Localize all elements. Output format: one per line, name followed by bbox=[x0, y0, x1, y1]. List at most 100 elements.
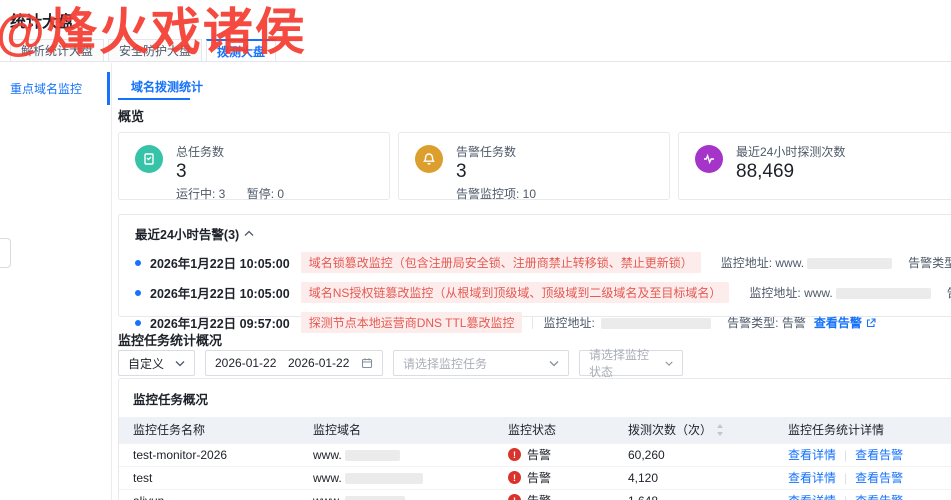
alert-type-text: 告警类型: 告警 bbox=[947, 284, 951, 301]
dashboard-page: @烽火戏诸侯 统计大盘 解析统计大盘 安全防护大盘 拨测大盘 重点域名监控 域名… bbox=[0, 0, 951, 500]
sidebar-divider bbox=[111, 63, 112, 500]
overview-cards: 总任务数 3 运行中: 3 暂停: 0 告警任务数 3 告警监控项: 10 最近… bbox=[118, 132, 951, 201]
alert-type-badge: 域名NS授权链篡改监控（从根域到顶级域、顶级域到二级域名及至目标域名） bbox=[300, 282, 730, 303]
col-task-name: 监控任务名称 bbox=[119, 417, 299, 443]
redacted-domain bbox=[344, 472, 423, 484]
view-alert-link[interactable]: 查看告警 bbox=[814, 314, 876, 331]
card-sub-running: 运行中: 3 bbox=[176, 187, 226, 201]
tab-resolution-dashboard[interactable]: 解析统计大盘 bbox=[10, 39, 105, 61]
alert-type-text: 告警类型: 告警 bbox=[908, 256, 951, 270]
task-table: 监控任务名称 监控域名 监控状态 拨测次数（次） 监控任务统计详情 test-m… bbox=[119, 417, 951, 500]
view-alert-link[interactable]: 查看告警 bbox=[855, 469, 903, 486]
external-link-icon bbox=[866, 317, 876, 327]
task-name: aliyun bbox=[119, 488, 299, 500]
alert-exclamation-icon bbox=[508, 448, 521, 461]
alerts-heading: 最近24小时告警(3) bbox=[135, 228, 240, 242]
alert-time: 2026年1月22日 10:05:00 bbox=[150, 257, 290, 271]
redacted-domain bbox=[344, 449, 400, 461]
tab-dialtest-dashboard[interactable]: 拨测大盘 bbox=[206, 39, 277, 61]
view-details-link[interactable]: 查看详情 bbox=[788, 492, 836, 500]
card-label: 最近24小时探测次数 bbox=[736, 145, 846, 159]
card-alert-tasks: 告警任务数 3 告警监控项: 10 bbox=[398, 132, 670, 201]
chevron-down-icon bbox=[175, 360, 185, 366]
monitor-address: 监控地址: www. bbox=[749, 284, 931, 301]
task-actions: 查看详情 | 查看告警 bbox=[774, 465, 951, 489]
segment-divider bbox=[532, 316, 534, 329]
task-overview-panel: 监控任务概况 监控任务名称 监控域名 监控状态 拨测次数（次） 监控任务统计详情 bbox=[118, 378, 951, 500]
sidebar-collapse-handle[interactable] bbox=[0, 238, 11, 268]
card-sub-paused: 暂停: 0 bbox=[246, 187, 285, 201]
range-type-select[interactable]: 自定义 bbox=[118, 350, 195, 376]
chevron-up-icon bbox=[244, 230, 254, 236]
alert-row: 2026年1月22日 09:57:00 探测节点本地运营商DNS TTL篡改监控… bbox=[135, 312, 943, 333]
monitor-address: 监控地址: bbox=[543, 314, 712, 331]
table-row: aliyun www. 告警 1,648 查看详情 | 查看告警 bbox=[119, 488, 951, 500]
alert-exclamation-icon bbox=[508, 471, 521, 484]
task-actions: 查看详情 | 查看告警 bbox=[774, 442, 951, 466]
alert-row: 2026年1月22日 10:05:00 域名NS授权链篡改监控（从根域到顶级域、… bbox=[135, 282, 951, 303]
recent-alerts-panel: 最近24小时告警(3) 2026年1月22日 10:05:00 域名锁篡改监控（… bbox=[118, 214, 951, 333]
tab-security-dashboard[interactable]: 安全防护大盘 bbox=[108, 39, 203, 61]
redacted-domain bbox=[344, 496, 405, 500]
subtab-active-underline bbox=[118, 98, 190, 100]
view-details-link[interactable]: 查看详情 bbox=[788, 469, 836, 486]
subtab-domain-dialtest-stats[interactable]: 域名拨测统计 bbox=[131, 78, 203, 95]
view-details-link[interactable]: 查看详情 bbox=[788, 446, 836, 463]
chevron-down-icon bbox=[549, 360, 559, 366]
page-title: 统计大盘 bbox=[10, 14, 75, 31]
sort-icon[interactable] bbox=[716, 423, 724, 436]
filter-bar: 自定义 2026-01-22 2026-01-22 请选择监控任务 请选择监控状… bbox=[118, 348, 683, 379]
alert-type-badge: 域名锁篡改监控（包含注册局安全锁、注册商禁止转移锁、禁止更新锁） bbox=[300, 252, 701, 273]
redacted-domain bbox=[807, 258, 893, 270]
card-total-tasks: 总任务数 3 运行中: 3 暂停: 0 bbox=[118, 132, 390, 201]
bullet-dot-icon bbox=[135, 319, 141, 326]
link-divider: | bbox=[844, 448, 848, 462]
task-name: test-monitor-2026 bbox=[119, 442, 299, 466]
date-end: 2026-01-22 bbox=[288, 356, 350, 370]
col-status: 监控状态 bbox=[494, 417, 614, 443]
probe-count: 60,260 bbox=[614, 442, 774, 466]
alert-row: 2026年1月22日 10:05:00 域名锁篡改监控（包含注册局安全锁、注册商… bbox=[135, 252, 951, 273]
bullet-dot-icon bbox=[135, 259, 141, 266]
chevron-down-icon bbox=[665, 361, 673, 366]
table-row: test www. 告警 4,120 查看详情 | 查看告警 bbox=[119, 465, 951, 489]
card-label: 告警任务数 bbox=[456, 145, 517, 159]
redacted-domain bbox=[601, 318, 712, 330]
col-details: 监控任务统计详情 bbox=[774, 417, 951, 443]
table-header-row: 监控任务名称 监控域名 监控状态 拨测次数（次） 监控任务统计详情 bbox=[119, 417, 951, 443]
task-domain: www. bbox=[299, 488, 494, 500]
card-label: 总任务数 bbox=[176, 145, 225, 159]
col-domain: 监控域名 bbox=[299, 417, 494, 443]
table-row: test-monitor-2026 www. 告警 60,260 查看详情|查看… bbox=[119, 442, 951, 466]
task-status: 告警 bbox=[494, 465, 614, 489]
probe-icon bbox=[695, 145, 723, 173]
redacted-domain bbox=[835, 288, 931, 300]
alerts-collapse-toggle[interactable]: 最近24小时告警(3) bbox=[135, 224, 943, 243]
task-select[interactable]: 请选择监控任务 bbox=[393, 350, 569, 376]
date-start: 2026-01-22 bbox=[215, 356, 277, 370]
overview-heading: 概览 bbox=[118, 109, 145, 124]
link-divider: | bbox=[844, 494, 847, 500]
bullet-dot-icon bbox=[135, 289, 141, 296]
task-icon bbox=[135, 145, 163, 173]
alert-type-badge: 探测节点本地运营商DNS TTL篡改监控 bbox=[300, 312, 523, 333]
task-domain: www. bbox=[299, 465, 494, 489]
date-range-picker[interactable]: 2026-01-22 2026-01-22 bbox=[205, 350, 383, 376]
task-actions: 查看详情 | 查看告警 bbox=[774, 488, 951, 500]
probe-count: 4,120 bbox=[614, 465, 774, 489]
monitor-address: 监控地址: www. bbox=[721, 254, 893, 271]
top-tab-bar: 解析统计大盘 安全防护大盘 拨测大盘 bbox=[0, 39, 951, 62]
active-panel-accent-bar bbox=[107, 72, 110, 105]
alert-exclamation-icon bbox=[508, 494, 521, 500]
link-divider: | bbox=[844, 471, 848, 485]
table-title: 监控任务概况 bbox=[133, 393, 209, 407]
task-name: test bbox=[119, 465, 299, 489]
card-value: 3 bbox=[456, 161, 467, 182]
view-alert-link[interactable]: 查看告警 bbox=[855, 446, 903, 463]
sidebar-item-key-domain-monitoring[interactable]: 重点域名监控 bbox=[10, 80, 82, 97]
alert-type-text: 告警类型: 告警 bbox=[727, 316, 806, 330]
status-select[interactable]: 请选择监控状态 bbox=[579, 348, 683, 379]
view-alert-link[interactable]: 查看告警 bbox=[855, 492, 903, 500]
bell-icon bbox=[415, 145, 443, 173]
task-status: 告警 bbox=[494, 488, 614, 500]
